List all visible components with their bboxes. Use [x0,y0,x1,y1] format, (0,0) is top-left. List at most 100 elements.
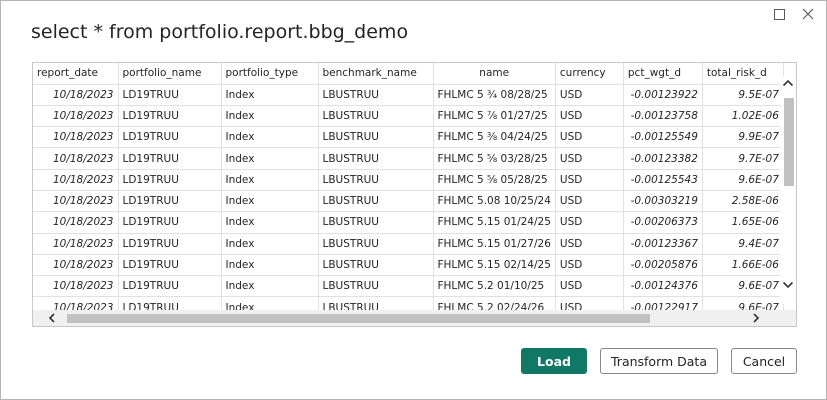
column-header[interactable]: portfolio_type [221,63,319,85]
table-cell[interactable]: 9.6E-07 [702,169,784,191]
table-cell[interactable]: 1.66E-06 [702,254,784,277]
table-cell[interactable]: FHLMC 5.15 01/24/25 [433,211,556,234]
table-cell[interactable]: -0.00205876 [623,254,703,277]
table-cell[interactable]: LD19TRUU [118,147,222,170]
table-cell[interactable]: LBUSTRUU [318,275,434,298]
table-cell[interactable]: FHLMC 5.08 10/25/24 [433,190,556,213]
table-row[interactable]: 10/18/2023 LD19TRUU Index LBUSTRUU FHLMC 5.1… [33,233,784,255]
table-row[interactable]: 10/18/2023 LD19TRUU Index LBUSTRUU FHLMC 5 ⅞… [33,105,784,128]
table-cell[interactable]: LD19TRUU [118,126,222,149]
table-cell[interactable]: 10/18/2023 [33,254,119,277]
table-cell[interactable]: LD19TRUU [118,233,222,255]
table-row[interactable]: 10/18/2023 LD19TRUU Index LBUSTRUU FHLMC 5 ⅜… [33,126,784,149]
table-cell[interactable]: FHLMC 5 ⅜ 04/24/25 [433,126,556,149]
table-cell[interactable]: 9.5E-07 [702,84,784,106]
table-cell[interactable]: LBUSTRUU [318,126,434,149]
table-cell[interactable]: 10/18/2023 [33,84,119,106]
horizontal-scroll-thumb[interactable] [67,314,650,323]
table-cell[interactable]: Index [221,169,319,191]
table-cell[interactable]: 9.9E-07 [702,126,784,149]
table-cell[interactable]: 1.02E-06 [702,105,784,128]
table-cell[interactable]: USD [555,190,624,213]
table-row[interactable]: 10/18/2023 LD19TRUU Index LBUSTRUU FHLMC 5 ¾… [33,84,784,106]
table-cell[interactable]: Index [221,211,319,234]
table-cell[interactable]: USD [555,275,624,298]
table-cell[interactable]: USD [555,233,624,255]
table-cell[interactable]: Index [221,254,319,277]
table-cell[interactable]: USD [555,105,624,128]
table-cell[interactable]: LD19TRUU [118,211,222,234]
table-cell[interactable]: LBUSTRUU [318,190,434,213]
table-cell[interactable]: 10/18/2023 [33,169,119,191]
table-cell[interactable]: 10/18/2023 [33,233,119,255]
table-cell[interactable]: FHLMC 5.15 02/14/25 [433,254,556,277]
table-cell[interactable]: FHLMC 5.2 01/10/25 [433,275,556,298]
table-cell[interactable]: Index [221,105,319,128]
column-header[interactable]: currency [555,63,624,85]
table-cell[interactable]: -0.00303219 [623,190,703,213]
close-button[interactable] [800,6,816,22]
vertical-scroll-thumb[interactable] [784,98,794,186]
table-row[interactable]: 10/18/2023 LD19TRUU Index LBUSTRUU FHLMC 5 ⅝… [33,169,784,191]
table-cell[interactable]: 9.4E-07 [702,233,784,255]
table-cell[interactable]: Index [221,275,319,298]
table-cell[interactable]: -0.00123367 [623,233,703,255]
table-cell[interactable]: FHLMC 5 ⅝ 03/28/25 [433,147,556,170]
table-cell[interactable]: LD19TRUU [118,275,222,298]
table-cell[interactable]: 1.65E-06 [702,211,784,234]
table-row[interactable]: 10/18/2023 LD19TRUU Index LBUSTRUU FHLMC 5.1… [33,211,784,234]
table-cell[interactable]: 10/18/2023 [33,147,119,170]
table-cell[interactable]: USD [555,126,624,149]
transform-data-button[interactable]: Transform Data [600,348,718,374]
table-cell[interactable]: LD19TRUU [118,169,222,191]
table-cell[interactable]: LBUSTRUU [318,84,434,106]
table-row[interactable]: 10/18/2023 LD19TRUU Index LBUSTRUU FHLMC 5.0… [33,190,784,213]
column-header[interactable]: benchmark_name [318,63,434,85]
table-cell[interactable]: LBUSTRUU [318,169,434,191]
table-row[interactable]: 10/18/2023 LD19TRUU Index LBUSTRUU FHLMC 5.1… [33,254,784,277]
table-cell[interactable]: 10/18/2023 [33,275,119,298]
table-cell[interactable]: 10/18/2023 [33,126,119,149]
table-cell[interactable]: USD [555,147,624,170]
table-cell[interactable]: USD [555,84,624,106]
table-cell[interactable]: LBUSTRUU [318,105,434,128]
table-cell[interactable]: 2.58E-06 [702,190,784,213]
table-cell[interactable]: LBUSTRUU [318,233,434,255]
table-cell[interactable]: Index [221,233,319,255]
horizontal-scrollbar[interactable] [33,310,796,326]
table-cell[interactable]: 10/18/2023 [33,105,119,128]
load-button[interactable]: Load [521,348,587,374]
table-cell[interactable]: -0.00125543 [623,169,703,191]
chevron-up-icon[interactable] [782,78,794,88]
table-cell[interactable]: FHLMC 5 ⅝ 05/28/25 [433,169,556,191]
data-preview-grid[interactable]: report_date portfolio_name portfolio_typ… [32,62,797,327]
table-cell[interactable]: -0.00123922 [623,84,703,106]
chevron-right-icon[interactable] [751,313,761,323]
table-cell[interactable]: -0.00206373 [623,211,703,234]
table-cell[interactable]: 9.7E-07 [702,147,784,170]
table-cell[interactable]: LD19TRUU [118,254,222,277]
column-header[interactable]: report_date [33,63,119,85]
column-header[interactable]: total_risk_d [702,63,784,85]
table-cell[interactable]: 10/18/2023 [33,211,119,234]
table-cell[interactable]: LBUSTRUU [318,254,434,277]
table-cell[interactable]: FHLMC 5 ¾ 08/28/25 [433,84,556,106]
column-header[interactable]: pct_wgt_d [623,63,703,85]
table-cell[interactable]: -0.00123758 [623,105,703,128]
table-cell[interactable]: Index [221,126,319,149]
table-cell[interactable]: -0.00125549 [623,126,703,149]
vertical-scrollbar[interactable] [780,76,796,304]
table-cell[interactable]: USD [555,211,624,234]
table-cell[interactable]: LD19TRUU [118,84,222,106]
column-header[interactable]: portfolio_name [118,63,222,85]
chevron-down-icon[interactable] [782,280,794,290]
table-cell[interactable]: FHLMC 5 ⅞ 01/27/25 [433,105,556,128]
table-cell[interactable]: LD19TRUU [118,105,222,128]
chevron-left-icon[interactable] [47,313,57,323]
table-cell[interactable]: LBUSTRUU [318,211,434,234]
table-cell[interactable]: 9.6E-07 [702,275,784,298]
table-row[interactable]: 10/18/2023 LD19TRUU Index LBUSTRUU FHLMC 5.2… [33,275,784,298]
table-cell[interactable]: 10/18/2023 [33,190,119,213]
column-header[interactable]: name [433,63,556,85]
table-cell[interactable]: Index [221,84,319,106]
